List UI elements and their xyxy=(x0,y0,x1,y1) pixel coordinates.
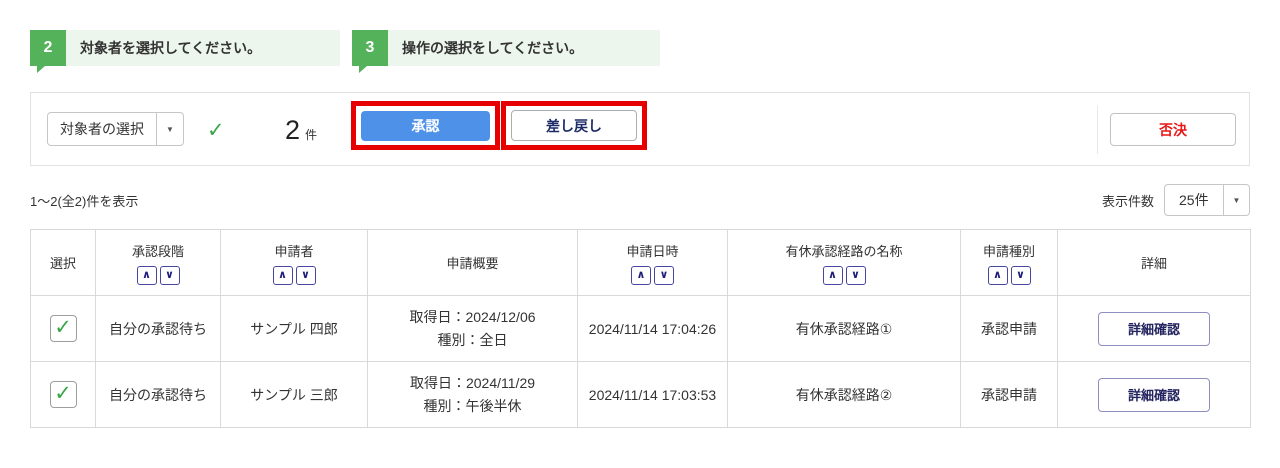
table-row: ✓ 自分の承認待ち サンプル 四郎 取得日：2024/12/06 種別：全日 2… xyxy=(30,295,1251,362)
approvals-table: 選択 承認段階 ∧ ∨ 申請者 ∧ ∨ 申請概要 申請日時 ∧ ∨ 有休承認経路… xyxy=(30,229,1251,428)
sort-desc-button[interactable]: ∨ xyxy=(1010,265,1031,285)
row-checkbox[interactable]: ✓ xyxy=(49,315,77,342)
cell-request-type: 承認申請 xyxy=(960,295,1058,362)
cell-select: ✓ xyxy=(30,361,96,428)
step-number-badge: 2 xyxy=(30,30,66,73)
sort-controls: ∧ ∨ xyxy=(965,265,1053,285)
page-size-label: 表示件数 xyxy=(1101,193,1154,209)
sort-desc-button[interactable]: ∨ xyxy=(654,265,674,285)
sort-asc-button[interactable]: ∧ xyxy=(987,265,1008,285)
toolbar-divider xyxy=(1097,106,1098,154)
step-label: 対象者を選択してください。 xyxy=(80,40,262,56)
header-select: 選択 xyxy=(30,229,96,296)
check-icon: ✓ xyxy=(54,315,72,339)
header-route-name: 有休承認経路の名称 ∧ ∨ xyxy=(727,229,961,296)
step-label: 操作の選択をしてください。 xyxy=(402,40,584,56)
selected-count-value: 2 xyxy=(285,114,301,145)
detail-confirm-button[interactable]: 詳細確認 xyxy=(1098,377,1210,412)
summary-line-1: 取得日：2024/11/29 xyxy=(409,375,536,392)
cell-detail: 詳細確認 xyxy=(1057,295,1251,362)
cell-applicant: サンプル 三郎 xyxy=(220,361,368,428)
header-applicant: 申請者 ∧ ∨ xyxy=(220,229,368,296)
detail-confirm-button[interactable]: 詳細確認 xyxy=(1098,311,1210,346)
summary-line-1: 取得日：2024/12/06 xyxy=(409,309,536,326)
table-header-row: 選択 承認段階 ∧ ∨ 申請者 ∧ ∨ 申請概要 申請日時 ∧ ∨ 有休承認経路… xyxy=(30,229,1251,296)
row-checkbox[interactable]: ✓ xyxy=(49,381,77,408)
header-request-type: 申請種別 ∧ ∨ xyxy=(960,229,1058,296)
page-size-control: 表示件数 25件 ▼ xyxy=(1102,184,1250,216)
action-toolbar: 対象者の選択 ▼ ✓ 2 件 承認 差し戻し 否決 xyxy=(30,92,1250,166)
annotation-box-approve: 承認 xyxy=(351,101,500,150)
approve-button[interactable]: 承認 xyxy=(361,110,490,141)
cell-request-datetime: 2024/11/14 17:04:26 xyxy=(577,295,728,362)
target-select-dropdown[interactable]: 対象者の選択 ▼ xyxy=(47,112,184,146)
sort-controls: ∧ ∨ xyxy=(582,265,723,285)
step-banner-3: 3 操作の選択をしてください。 xyxy=(352,30,660,73)
cell-route-name: 有休承認経路② xyxy=(727,361,961,428)
sort-controls: ∧ ∨ xyxy=(100,265,216,285)
sort-desc-button[interactable]: ∨ xyxy=(845,265,866,285)
table-row: ✓ 自分の承認待ち サンプル 三郎 取得日：2024/11/29 種別：午後半休… xyxy=(30,361,1251,428)
chevron-down-icon[interactable]: ▼ xyxy=(156,113,183,145)
sort-asc-button[interactable]: ∧ xyxy=(136,265,157,285)
target-select-label: 対象者の選択 xyxy=(60,121,144,137)
cell-route-name: 有休承認経路① xyxy=(727,295,961,362)
check-icon: ✓ xyxy=(54,381,72,405)
selected-count: 2 件 xyxy=(285,93,317,167)
header-approval-stage: 承認段階 ∧ ∨ xyxy=(95,229,221,296)
selected-count-unit: 件 xyxy=(305,127,318,142)
sort-desc-button[interactable]: ∨ xyxy=(159,265,180,285)
sort-controls: ∧ ∨ xyxy=(732,265,956,285)
cell-select: ✓ xyxy=(30,295,96,362)
summary-line-2: 種別：全日 xyxy=(437,331,508,348)
chevron-down-icon[interactable]: ▼ xyxy=(1223,185,1249,215)
cell-request-datetime: 2024/11/14 17:03:53 xyxy=(577,361,728,428)
check-icon: ✓ xyxy=(207,118,225,142)
annotation-box-sendback: 差し戻し xyxy=(501,101,647,150)
cell-applicant: サンプル 四郎 xyxy=(220,295,368,362)
sort-asc-button[interactable]: ∧ xyxy=(272,265,293,285)
cell-approval-stage: 自分の承認待ち xyxy=(95,361,221,428)
sort-asc-button[interactable]: ∧ xyxy=(631,265,651,285)
sort-desc-button[interactable]: ∨ xyxy=(295,265,316,285)
reject-button[interactable]: 否決 xyxy=(1110,113,1236,146)
result-range-text: 1〜2(全2)件を表示 xyxy=(30,193,139,209)
header-request-summary: 申請概要 xyxy=(367,229,578,296)
header-request-datetime: 申請日時 ∧ ∨ xyxy=(577,229,728,296)
step-number-badge: 3 xyxy=(352,30,388,73)
cell-request-summary: 取得日：2024/12/06 種別：全日 xyxy=(367,295,578,362)
cell-detail: 詳細確認 xyxy=(1057,361,1251,428)
cell-request-type: 承認申請 xyxy=(960,361,1058,428)
header-detail: 詳細 xyxy=(1057,229,1251,296)
list-info-row: 1〜2(全2)件を表示 表示件数 25件 ▼ xyxy=(30,184,1250,216)
step-banner-2: 2 対象者を選択してください。 xyxy=(30,30,340,73)
cell-approval-stage: 自分の承認待ち xyxy=(95,295,221,362)
page-size-dropdown[interactable]: 25件 ▼ xyxy=(1164,184,1250,216)
step-banners: 2 対象者を選択してください。 3 操作の選択をしてください。 xyxy=(30,30,1250,73)
send-back-button[interactable]: 差し戻し xyxy=(511,110,637,141)
page-size-value: 25件 xyxy=(1179,192,1209,208)
summary-line-2: 種別：午後半休 xyxy=(423,397,522,414)
cell-request-summary: 取得日：2024/11/29 種別：午後半休 xyxy=(367,361,578,428)
sort-controls: ∧ ∨ xyxy=(225,265,363,285)
sort-asc-button[interactable]: ∧ xyxy=(822,265,843,285)
